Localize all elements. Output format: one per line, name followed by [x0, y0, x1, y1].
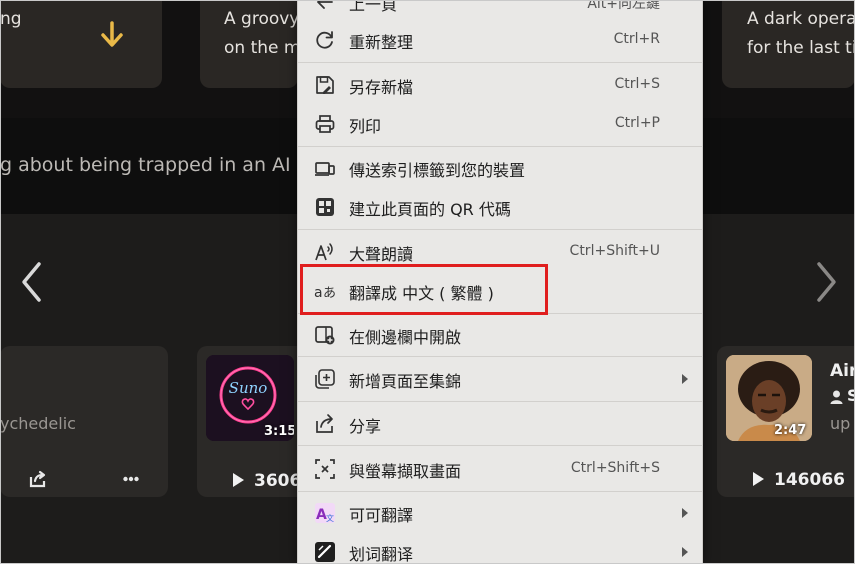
play-icon: [753, 472, 764, 486]
menu-item-label: 大聲朗讀: [349, 245, 414, 264]
prompt-text: g about being trapped in an AI: [0, 154, 291, 176]
card-description: A groovy: [224, 9, 298, 29]
print-icon: [315, 115, 335, 133]
card-description: on the m: [224, 38, 298, 58]
menu-item-label: 與螢幕擷取畫面: [349, 462, 462, 481]
card-description: ng: [0, 9, 22, 29]
chevron-left-icon[interactable]: [16, 260, 46, 304]
send-to-device-icon: [315, 162, 335, 176]
menu-separator: [298, 62, 702, 63]
submenu-arrow-icon: [682, 508, 688, 518]
annotation-highlight-box: [300, 264, 548, 315]
menu-item-word-translate[interactable]: 划词翻译: [298, 532, 702, 564]
menu-item-add-to-collections[interactable]: 新增頁面至集錦: [298, 359, 702, 399]
menu-separator: [298, 356, 702, 357]
back-arrow-icon: [317, 0, 333, 9]
menu-separator: [298, 491, 702, 492]
share-icon: [316, 414, 333, 433]
play-icon: [233, 473, 244, 487]
word-translate-icon: [315, 542, 335, 562]
card-description: for the last ti: [747, 38, 855, 58]
share-icon[interactable]: [28, 470, 48, 488]
submenu-arrow-icon: [682, 374, 688, 384]
play-count-value: 3606: [254, 471, 298, 491]
menu-item-send-tab-to-device[interactable]: 傳送索引標籤到您的裝置: [298, 148, 702, 188]
song-subtext: up: [830, 414, 851, 433]
chevron-right-icon[interactable]: [812, 260, 842, 304]
sidebar-open-icon: [315, 326, 335, 345]
menu-item-qr-code[interactable]: 建立此頁面的 QR 代碼: [298, 187, 702, 227]
menu-item-keke-translate[interactable]: A 文 可可翻譯: [298, 493, 702, 533]
menu-item-label: 可可翻譯: [349, 506, 414, 525]
song-card-top-right[interactable]: A dark opera for the last ti: [722, 0, 855, 88]
download-arrow-icon[interactable]: [98, 20, 126, 50]
song-duration: 2:47: [774, 423, 807, 438]
refresh-icon: [316, 31, 333, 49]
song-genre: ychedelic: [0, 414, 76, 433]
menu-item-open-in-sidebar[interactable]: 在側邊欄中開啟: [298, 315, 702, 355]
card-description: A dark opera: [747, 9, 855, 29]
menu-item-back[interactable]: 上一頁 Alt+向左鍵: [298, 0, 702, 22]
menu-item-print[interactable]: 列印 Ctrl+P: [298, 104, 702, 144]
menu-item-label: 列印: [349, 117, 382, 136]
menu-item-label: 重新整理: [349, 33, 414, 52]
menu-separator: [298, 229, 702, 230]
menu-item-save-as[interactable]: 另存新檔 Ctrl+S: [298, 65, 702, 105]
menu-item-refresh[interactable]: 重新整理 Ctrl+R: [298, 20, 702, 60]
menu-item-shortcut: Ctrl+P: [614, 115, 660, 131]
menu-item-label: 划词翻译: [349, 545, 414, 564]
song-title[interactable]: Air: [830, 361, 855, 381]
keke-translate-icon: A 文: [315, 503, 335, 523]
submenu-arrow-icon: [682, 547, 688, 557]
save-icon: [316, 76, 334, 94]
song-card[interactable]: 2:47 Air S up 146066: [717, 346, 855, 497]
menu-item-label: 在側邊欄中開啟: [349, 328, 462, 347]
menu-item-shortcut: Alt+向左鍵: [587, 0, 660, 12]
song-cover-image: Suno 3:15: [206, 355, 294, 441]
song-cover-image: 2:47: [726, 355, 812, 441]
menu-item-shortcut: Ctrl+R: [613, 31, 660, 47]
menu-item-label: 上一頁: [349, 0, 398, 14]
suno-logo-text: Suno: [229, 379, 268, 397]
menu-item-label: 分享: [349, 417, 382, 436]
qr-code-icon: [316, 198, 334, 216]
song-card-top-left[interactable]: ng: [0, 0, 162, 88]
play-count[interactable]: 146066: [753, 470, 845, 490]
menu-item-label: 另存新檔: [349, 78, 414, 97]
song-artist[interactable]: S: [847, 386, 855, 405]
song-card[interactable]: Suno 3:15 3606: [197, 346, 298, 497]
menu-separator: [298, 445, 702, 446]
menu-item-label: 新增頁面至集錦: [349, 372, 462, 391]
menu-item-shortcut: Ctrl+Shift+U: [569, 243, 660, 259]
user-icon: [830, 390, 843, 404]
play-count[interactable]: 3606: [233, 471, 298, 491]
menu-item-label: 建立此頁面的 QR 代碼: [349, 200, 511, 219]
song-duration: 3:15: [264, 424, 294, 439]
collections-add-icon: [315, 369, 335, 389]
song-card-top-middle[interactable]: A groovy on the m: [200, 0, 298, 88]
menu-separator: [298, 401, 702, 402]
menu-item-label: 傳送索引標籤到您的裝置: [349, 161, 526, 180]
svg-text:文: 文: [326, 513, 334, 523]
menu-separator: [298, 146, 702, 147]
read-aloud-icon: [315, 243, 333, 261]
screenshot-icon: [315, 459, 335, 479]
more-options-icon[interactable]: [123, 476, 139, 482]
menu-item-shortcut: Ctrl+S: [614, 76, 660, 92]
menu-item-share[interactable]: 分享: [298, 404, 702, 444]
menu-item-shortcut: Ctrl+Shift+S: [570, 460, 660, 476]
song-card[interactable]: ychedelic: [0, 346, 168, 497]
menu-item-screenshot[interactable]: 與螢幕擷取畫面 Ctrl+Shift+S: [298, 449, 702, 489]
play-count-value: 146066: [774, 470, 845, 490]
